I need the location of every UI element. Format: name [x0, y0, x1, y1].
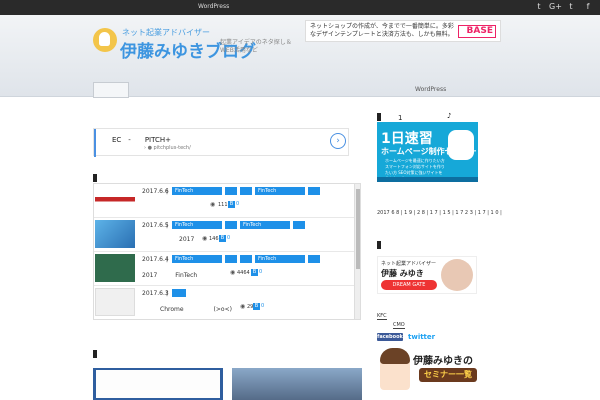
eye-icon: ◉	[230, 269, 236, 276]
list-item[interactable]: 2017.6.6 | FinTech FinTech ◉ 111 B 0	[94, 184, 356, 218]
post-thumbnail[interactable]	[95, 288, 135, 316]
eye-icon: ◉	[210, 201, 216, 208]
ad-box[interactable]: EC - PITCH+ › ● pitchplus-tech/	[93, 128, 349, 157]
topbar-wordpress-link[interactable]: WordPress	[198, 3, 229, 10]
section-marker-side2	[377, 241, 381, 249]
base-ad-banner[interactable]: ネットショップの作成が、今までで一番簡単に。多彩なデザインテンプレートと決済方法…	[305, 20, 501, 42]
sidebar-note: ♪	[447, 112, 452, 120]
post-tag[interactable]	[293, 221, 305, 229]
post-tag[interactable]	[240, 187, 252, 195]
nav-item-wordpress[interactable]: WordPress	[415, 86, 446, 93]
cat-illustration-icon	[448, 130, 474, 160]
post-tag[interactable]	[225, 187, 237, 195]
top-bar: WordPress t G+ t f	[0, 0, 600, 15]
post-tag[interactable]	[240, 255, 252, 263]
banner-text: ネットショップの作成が、今までで一番簡単に。多彩なデザインテンプレートと決済方法…	[310, 23, 454, 38]
sidebar-link-kfc[interactable]: KFC	[377, 313, 387, 320]
post-list[interactable]: 2017.6.6 | FinTech FinTech ◉ 111 B 0 201…	[93, 183, 361, 320]
section-marker-popular	[93, 350, 97, 358]
site-header: ネット起業アドバイザー 伊藤みゆきブログ 起業アイデアのネタ探し＆WEB活用など…	[0, 15, 600, 98]
banner3-subtitle: セミナー一覧	[419, 368, 477, 382]
ad-arrow-icon[interactable]: ›	[330, 133, 346, 149]
post-date-sep: |	[166, 256, 169, 263]
view-count: 146	[209, 236, 219, 242]
googleplus-icon[interactable]: G+	[549, 2, 562, 12]
post-thumbnail[interactable]	[95, 220, 135, 248]
twitter-bird-icon[interactable]: t	[566, 2, 576, 12]
thumbnail-content	[96, 370, 220, 398]
duck-logo-icon[interactable]	[93, 28, 117, 52]
bookmark-count: 0	[236, 201, 240, 207]
post-tag[interactable]: FinTech	[255, 187, 305, 195]
post-excerpt: Chrome (>o<)	[160, 306, 232, 313]
popular-post-thumbnail-1[interactable]	[93, 368, 223, 400]
bookmark-count: 0	[261, 303, 265, 309]
hatena-bookmark-icon[interactable]: B	[219, 235, 226, 242]
post-tag[interactable]	[308, 255, 320, 263]
bookmark-count: 0	[227, 235, 231, 241]
twitter-icon[interactable]: t	[534, 2, 544, 12]
profile-banner[interactable]: ネット起業アドバイザー 伊藤 みゆき DREAM GATE	[377, 256, 477, 294]
popular-post-thumbnail-2[interactable]	[232, 368, 362, 400]
dream-gate-button[interactable]: DREAM GATE	[381, 280, 437, 290]
post-tag[interactable]	[225, 221, 237, 229]
ad-title[interactable]: EC - PITCH+	[112, 135, 171, 145]
list-item[interactable]: 2017.6.5 | FinTech FinTech 2017 ◉ 146 B …	[94, 218, 356, 252]
nav-home-button[interactable]	[93, 82, 129, 98]
post-date-sep: |	[166, 222, 169, 229]
eye-icon: ◉	[202, 235, 208, 242]
banner3-title: 伊藤みゆきの	[413, 356, 473, 367]
bookmark-count: 0	[259, 269, 263, 275]
post-excerpt: 2017	[179, 236, 195, 243]
portrait-hair	[380, 348, 410, 364]
seminar-banner[interactable]: 1日速習 ホームページ制作セミナー ホームページを最速に作りたい方 スマートフォ…	[377, 122, 478, 182]
post-date-sep: |	[166, 290, 169, 297]
view-count: 111	[218, 202, 228, 208]
twitter-badge[interactable]: twitter	[408, 333, 435, 341]
banner-headline: 1日速習	[381, 131, 433, 147]
post-tag[interactable]: FinTech	[255, 255, 305, 263]
post-tag[interactable]: FinTech	[240, 221, 290, 229]
post-date: 2017.6.5	[142, 222, 169, 229]
post-excerpt: 2017 FinTech	[142, 272, 198, 279]
post-tag[interactable]	[225, 255, 237, 263]
post-date: 2017.6.3	[142, 290, 169, 297]
post-tag[interactable]: FinTech	[172, 187, 222, 195]
post-tag[interactable]	[172, 289, 186, 297]
list-item[interactable]: 2017.6.4 | FinTech FinTech 2017 FinTech …	[94, 252, 356, 286]
hatena-bookmark-icon[interactable]: B	[251, 269, 258, 276]
seminar-list-banner[interactable]: 伊藤みゆきの セミナー一覧	[377, 346, 480, 400]
eye-icon: ◉	[240, 303, 246, 310]
list-scrollbar[interactable]	[354, 184, 360, 319]
post-date-sep: |	[166, 188, 169, 195]
facebook-badge[interactable]: facebook	[377, 333, 403, 341]
hatena-bookmark-icon[interactable]: B	[253, 303, 260, 310]
hatena-bookmark-icon[interactable]: B	[228, 201, 235, 208]
post-thumbnail[interactable]	[95, 254, 135, 282]
section-marker-side1	[377, 113, 381, 121]
avatar	[441, 259, 473, 291]
site-description: 起業アイデアのネタ探し＆WEB活用など	[220, 39, 292, 54]
post-tag[interactable]	[308, 187, 320, 195]
scrollbar-thumb[interactable]	[356, 189, 360, 269]
post-thumbnail[interactable]	[95, 186, 135, 214]
post-tag[interactable]: FinTech	[172, 255, 222, 263]
section-marker-new	[93, 174, 97, 182]
sidebar-link-cmo[interactable]: CMO	[393, 322, 405, 329]
post-date: 2017.6.6	[142, 188, 169, 195]
facebook-icon[interactable]: f	[583, 2, 593, 12]
ad-url: › ● pitchplus-tech/	[144, 145, 191, 151]
post-date: 2017.6.4	[142, 256, 169, 263]
profile-role: ネット起業アドバイザー	[381, 261, 437, 267]
profile-name: 伊藤 みゆき	[381, 269, 424, 278]
base-logo: BASE	[458, 25, 496, 38]
ad-accent-bar	[94, 129, 96, 157]
main-nav: WordPress	[93, 82, 503, 98]
list-item[interactable]: 2017.6.3 | Chrome (>o<) ◉ 29 B 0	[94, 286, 356, 319]
sidebar-heading: 1	[398, 114, 403, 122]
post-tag[interactable]: FinTech	[172, 221, 222, 229]
view-count: 4464	[237, 270, 250, 276]
banner-footer-bar	[377, 177, 478, 182]
archive-list[interactable]: 2017 6 8 | 1 9 | 2 8 | 1 7 | 1 5 | 1 7 2…	[377, 210, 502, 216]
